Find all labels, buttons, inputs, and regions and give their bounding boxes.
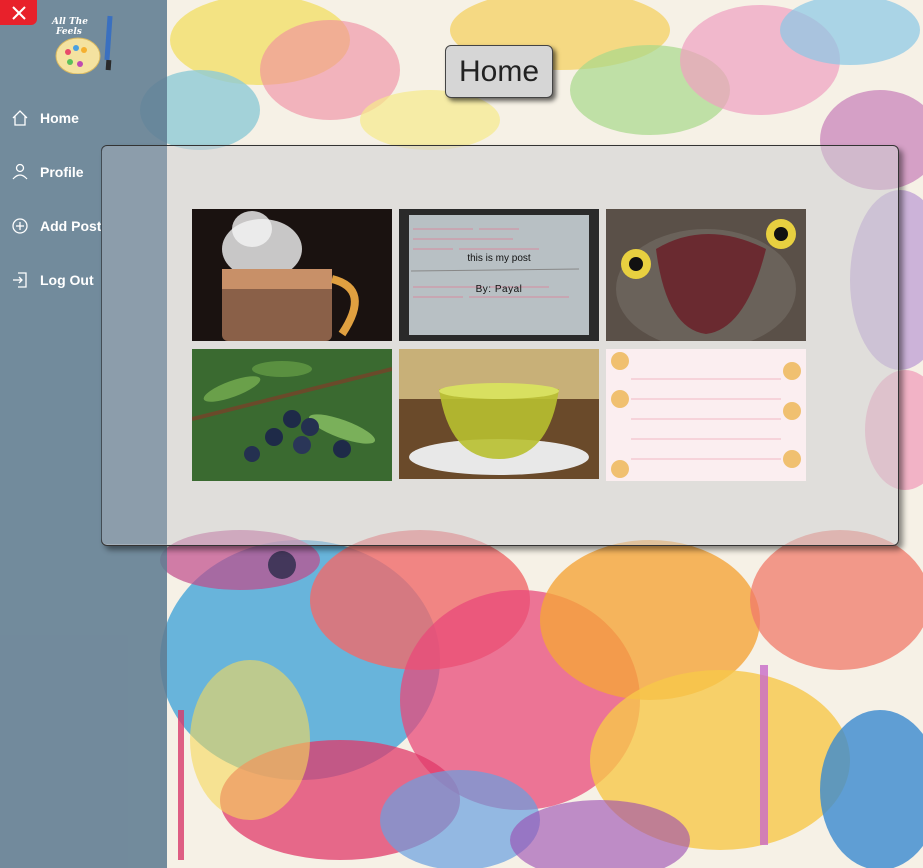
post-tile-green-tea[interactable] bbox=[399, 349, 599, 479]
post-tile-stationery[interactable] bbox=[606, 349, 806, 481]
sidebar-overlap bbox=[101, 146, 167, 544]
post-tile-coffee[interactable] bbox=[192, 209, 392, 341]
sidebar-item-log-out[interactable]: Log Out bbox=[10, 265, 94, 295]
post-image bbox=[399, 209, 599, 341]
page-title: Home bbox=[445, 45, 553, 98]
post-image bbox=[192, 349, 392, 481]
post-image bbox=[192, 209, 392, 341]
post-tile-blueberries[interactable] bbox=[192, 349, 392, 481]
home-icon bbox=[10, 108, 30, 128]
close-button[interactable] bbox=[0, 0, 37, 25]
sidebar-item-label: Home bbox=[40, 110, 79, 126]
user-icon bbox=[10, 162, 30, 182]
posts-panel bbox=[101, 145, 899, 546]
post-image bbox=[606, 349, 806, 481]
close-icon bbox=[11, 5, 26, 20]
post-tile-note[interactable]: this is my post By: Payal bbox=[399, 209, 599, 341]
post-tile-bird[interactable] bbox=[606, 209, 806, 341]
sidebar-item-profile[interactable]: Profile bbox=[10, 157, 84, 187]
post-image bbox=[606, 209, 806, 341]
post-title: this is my post bbox=[467, 253, 531, 264]
app-logo: All The Feels bbox=[50, 12, 118, 75]
post-author: By: Payal bbox=[475, 284, 523, 295]
post-image bbox=[399, 349, 599, 479]
svg-text:All The: All The bbox=[51, 17, 88, 27]
sidebar-item-label: Add Post bbox=[40, 218, 102, 234]
plus-circle-icon bbox=[10, 216, 30, 236]
sidebar-item-home[interactable]: Home bbox=[10, 103, 79, 133]
sidebar-item-label: Profile bbox=[40, 164, 84, 180]
sidebar-item-label: Log Out bbox=[40, 272, 94, 288]
logout-icon bbox=[10, 270, 30, 290]
sidebar-item-add-post[interactable]: Add Post bbox=[10, 211, 101, 241]
svg-text:Feels: Feels bbox=[55, 27, 82, 37]
